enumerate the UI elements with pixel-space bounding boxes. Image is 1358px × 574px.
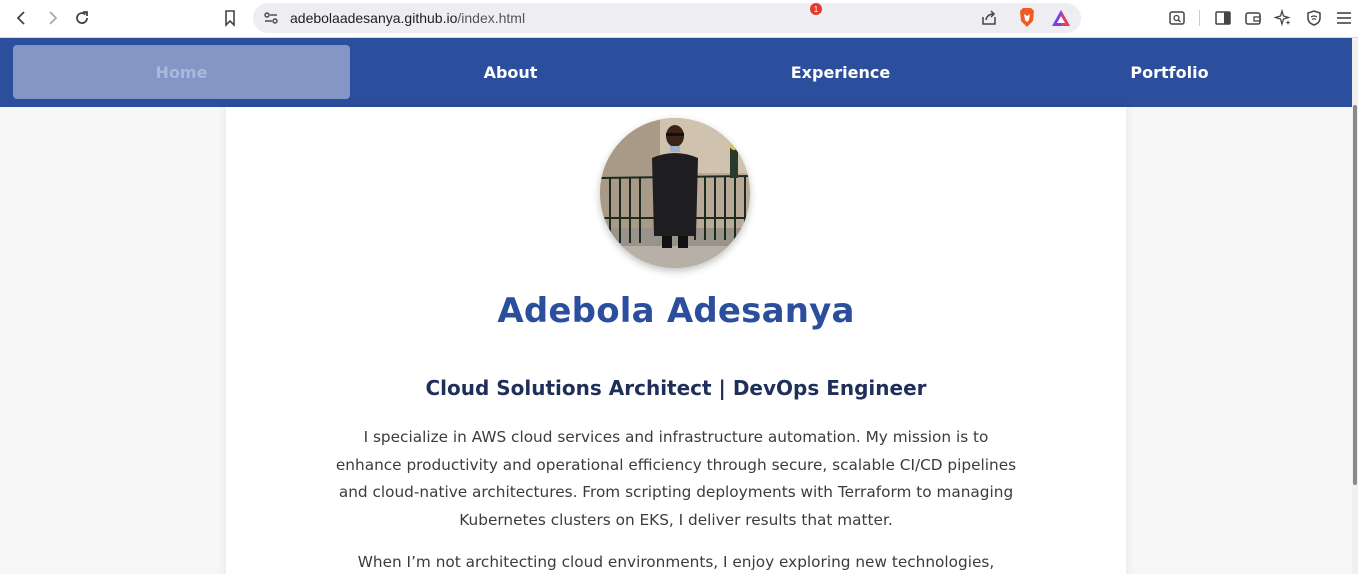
site-info-icon[interactable]	[263, 10, 279, 26]
url-path: /index.html	[457, 10, 526, 26]
url-host: adebolaadesanya.github.io	[290, 10, 458, 26]
brave-rewards-icon[interactable]	[1050, 8, 1072, 28]
leo-ai-icon[interactable]	[1271, 7, 1295, 29]
profile-bio-continued: When I’m not architecting cloud environm…	[357, 553, 995, 571]
sidebar-icon[interactable]	[1211, 7, 1235, 29]
profile-photo	[600, 118, 750, 268]
rewards-badge: 1	[810, 3, 822, 15]
url-text[interactable]: adebolaadesanya.github.io/index.html	[290, 10, 525, 26]
menu-icon[interactable]	[1332, 7, 1356, 29]
bookmark-icon[interactable]	[218, 7, 242, 29]
nav-experience[interactable]: Experience	[672, 45, 1009, 99]
reader-mode-icon[interactable]	[1165, 7, 1189, 29]
nav-portfolio[interactable]: Portfolio	[1001, 45, 1338, 99]
nav-home[interactable]: Home	[13, 45, 350, 99]
profile-card: Adebola Adesanya Cloud Solutions Archite…	[226, 107, 1126, 574]
profile-role: Cloud Solutions Architect | DevOps Engin…	[425, 376, 927, 400]
profile-name: Adebola Adesanya	[497, 291, 855, 331]
brave-shield-icon[interactable]	[1017, 7, 1037, 29]
toolbar-separator	[1199, 10, 1200, 26]
browser-toolbar: adebolaadesanya.github.io/index.html 1	[0, 0, 1358, 38]
back-icon[interactable]	[10, 7, 34, 29]
scrollbar-thumb[interactable]	[1353, 105, 1357, 485]
wallet-icon[interactable]	[1241, 7, 1265, 29]
site-nav: Home About Experience Portfolio	[0, 38, 1352, 107]
forward-icon[interactable]	[40, 7, 64, 29]
nav-about[interactable]: About	[342, 45, 679, 99]
address-bar[interactable]: adebolaadesanya.github.io/index.html	[253, 3, 1081, 33]
profile-bio: I specialize in AWS cloud services and i…	[335, 428, 1017, 529]
vpn-shield-icon[interactable]	[1302, 7, 1326, 29]
reload-icon[interactable]	[70, 7, 94, 29]
share-icon[interactable]	[979, 8, 999, 28]
